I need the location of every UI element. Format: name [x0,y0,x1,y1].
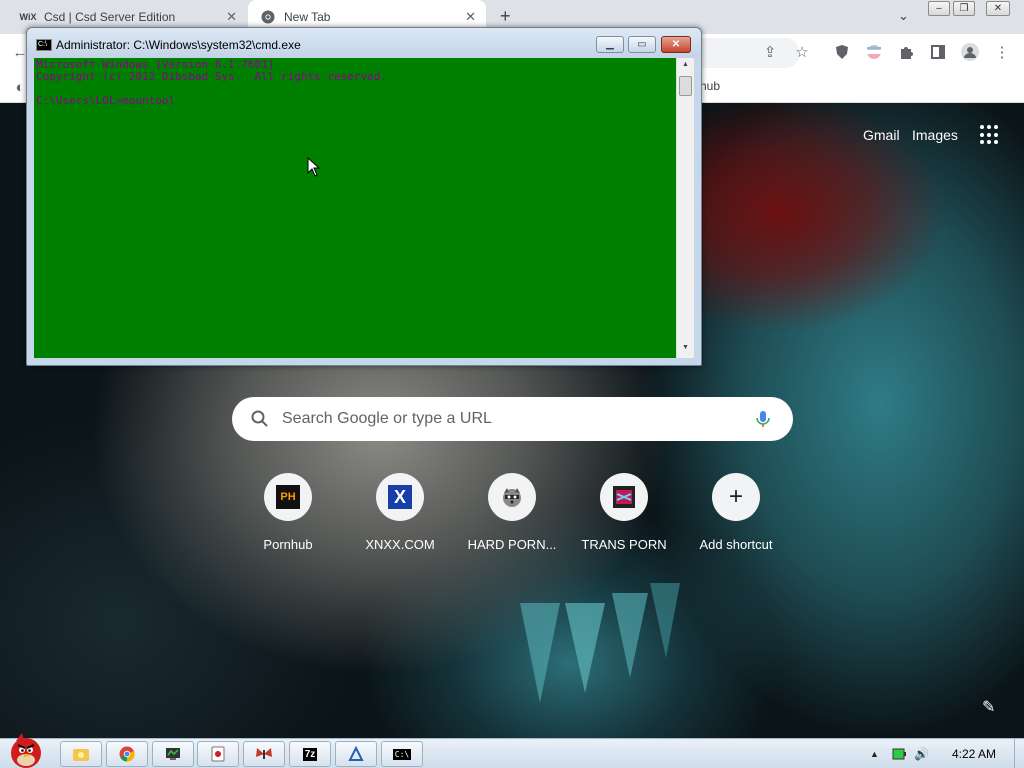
shortcut-icon-circle: PH [264,473,312,521]
close-tab-icon[interactable]: ✕ [465,9,476,25]
taskbar-cmd-button[interactable]: C:\ [381,741,423,767]
voice-search-mic-icon[interactable] [753,409,773,429]
x-logo-icon: X [388,485,412,509]
shortcut-hard-porn[interactable]: HARD PORN... [456,473,568,552]
profile-avatar-icon[interactable] [960,42,980,62]
taskbar-chrome-button[interactable] [106,741,148,767]
cmd-close-button[interactable]: ✕ [661,36,691,53]
tab-search-chevron-icon[interactable]: ⌄ [898,8,909,24]
taskbar-triangle-app-button[interactable] [335,741,377,767]
shortcut-label: TRANS PORN [581,537,667,552]
taskbar-7zip-button[interactable]: 7z [289,741,331,767]
side-panel-icon[interactable] [928,42,948,62]
images-link[interactable]: Images [912,127,958,143]
tab-title: Csd | Csd Server Edition [44,10,176,24]
site-favicon-icon [613,486,635,508]
ublock-shield-icon[interactable] [832,42,852,62]
start-button-angry-bird-icon[interactable] [2,731,50,768]
battery-icon[interactable] [892,748,906,760]
cmd-minimize-button[interactable]: ▁ [596,36,624,53]
raccoon-icon [503,488,521,507]
shortcut-icon-circle: + [712,473,760,521]
mouse-pointer-icon [307,157,321,177]
scroll-thumb[interactable] [679,76,692,96]
customize-pencil-icon[interactable]: ✎ [982,697,1000,716]
wix-logo-icon: WiX [19,12,37,22]
triangle-app-icon [348,746,364,761]
share-icon[interactable]: ⇪ [760,42,780,62]
cmd-maximize-button[interactable]: ▭ [628,36,656,53]
cmd-vertical-scrollbar[interactable]: ▲ ▼ [676,58,694,358]
scroll-down-arrow-icon[interactable]: ▼ [682,344,689,351]
taskbar-butterfly-app-button[interactable] [243,741,285,767]
chrome-icon [260,9,276,25]
chrome-menu-icon[interactable]: ⋮ [992,42,1012,62]
shortcut-trans-porn[interactable]: TRANS PORN [568,473,680,552]
add-shortcut-button[interactable]: + Add shortcut [680,473,792,552]
browser-minimize-button[interactable]: – [928,1,950,16]
cmd-app-icon: C:\ [36,39,52,51]
shortcut-pornhub[interactable]: PH Pornhub [232,473,344,552]
shortcut-label: Pornhub [263,537,313,552]
close-tab-icon[interactable]: ✕ [226,9,237,25]
extension-flag-icon[interactable] [864,42,884,62]
console-line: Copyright (c) 2012 Dibsbad Sys. All righ… [36,70,387,83]
cmd-window[interactable]: C:\ Administrator: C:\Windows\system32\c… [26,27,702,366]
shortcut-label: HARD PORN... [467,537,557,552]
7zip-icon: 7z [302,747,318,761]
shortcut-icon-circle: X [376,473,424,521]
volume-speaker-icon[interactable]: 🔊 [914,747,929,761]
system-clock[interactable]: 4:22 AM [952,747,996,761]
google-search-box[interactable] [232,397,793,441]
network-monitor-icon [166,748,180,760]
bookmark-item-label[interactable]: hub [700,79,720,93]
scroll-up-arrow-icon[interactable]: ▲ [682,61,689,68]
tab-title: New Tab [284,10,331,24]
show-desktop-button[interactable] [1014,739,1024,768]
shortcut-label: XNXX.COM [365,537,435,552]
shortcut-xnxx[interactable]: X XNXX.COM [344,473,456,552]
cmd-title-bar[interactable]: C:\ Administrator: C:\Windows\system32\c… [27,28,701,58]
search-input[interactable] [282,405,722,433]
shortcut-label: Add shortcut [699,537,773,552]
search-icon [251,410,268,427]
extensions-puzzle-icon[interactable] [896,42,916,62]
bookmark-star-icon[interactable]: ☆ [792,42,812,62]
shortcut-icon-circle [600,473,648,521]
taskbar-card-game-button[interactable] [197,741,239,767]
console-line: C:\Users\LOL>mountool [36,94,176,107]
show-hidden-icons-arrow[interactable]: ▲ [870,749,879,759]
shortcut-icon-circle [488,473,536,521]
google-apps-grid-icon[interactable] [980,125,1000,145]
new-tab-button[interactable]: + [500,6,511,27]
taskbar-network-monitor-button[interactable] [152,741,194,767]
cmd-window-title: Administrator: C:\Windows\system32\cmd.e… [56,38,301,52]
console-output[interactable]: Microsoft Windows [Version 6.1.7601] Copy… [34,58,676,358]
taskbar-explorer-button[interactable] [60,741,102,767]
explorer-icon [73,749,89,761]
butterfly-app-icon [256,748,272,759]
browser-restore-button[interactable]: ❐ [953,1,975,16]
ph-logo-icon: PH [276,485,300,509]
card-game-icon [211,746,225,762]
gmail-link[interactable]: Gmail [863,127,900,143]
cmd-icon: C:\ [392,748,412,760]
browser-close-button[interactable]: ✕ [986,1,1010,16]
chrome-icon [119,746,135,762]
windows-taskbar: 7z C:\ ▲ 🔊 4:22 AM [0,733,1024,768]
plus-icon: + [728,483,743,510]
